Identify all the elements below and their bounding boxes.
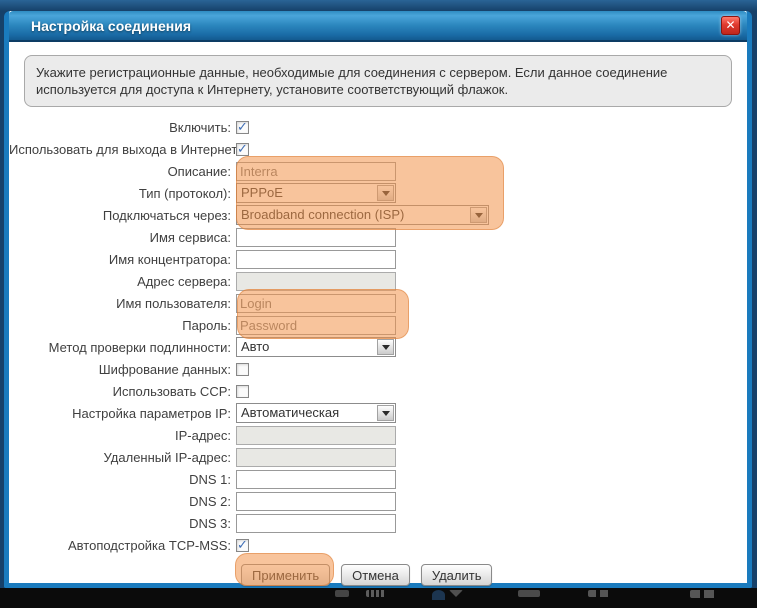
background-icon — [366, 590, 386, 597]
dns1-input[interactable] — [236, 470, 396, 489]
row-tcp-mss: Автоподстройка TCP-MSS: ✓ — [9, 534, 747, 556]
dimmed-page-top — [0, 0, 757, 11]
info-message: Укажите регистрационные данные, необходи… — [24, 55, 732, 107]
row-use-ccp: Использовать CCP: — [9, 380, 747, 402]
select-value: Broadband connection (ISP) — [237, 206, 469, 224]
use-for-internet-checkbox[interactable]: ✓ — [236, 143, 249, 156]
background-icon — [449, 590, 463, 597]
protocol-type-select[interactable]: PPPoE — [236, 183, 396, 203]
background-icon — [335, 590, 349, 597]
field-label: Тип (протокол): — [9, 186, 236, 201]
field-label: Включить: — [9, 120, 236, 135]
chevron-down-icon[interactable] — [470, 207, 487, 223]
field-label: Шифрование данных: — [9, 362, 236, 377]
close-icon[interactable]: ✕ — [721, 16, 740, 35]
password-input[interactable] — [236, 316, 396, 335]
background-icon — [432, 590, 445, 600]
connect-via-select[interactable]: Broadband connection (ISP) — [236, 205, 489, 225]
select-value: PPPoE — [237, 184, 376, 202]
delete-button[interactable]: Удалить — [421, 564, 493, 586]
dialog-titlebar: Настройка соединения ✕ — [9, 11, 747, 42]
service-name-input[interactable] — [236, 228, 396, 247]
dialog-title: Настройка соединения — [9, 11, 747, 41]
encryption-checkbox[interactable] — [236, 363, 249, 376]
remote-ip-input — [236, 448, 396, 467]
row-username: Имя пользователя: — [9, 292, 747, 314]
row-server-address: Адрес сервера: — [9, 270, 747, 292]
chevron-down-icon[interactable] — [377, 185, 394, 201]
field-label: DNS 3: — [9, 516, 236, 531]
field-label: DNS 1: — [9, 472, 236, 487]
row-dns3: DNS 3: — [9, 512, 747, 534]
row-remote-ip: Удаленный IP-адрес: — [9, 446, 747, 468]
background-icon — [588, 590, 610, 597]
ip-settings-select[interactable]: Автоматическая — [236, 403, 396, 423]
checkmark-icon: ✓ — [237, 537, 248, 553]
row-password: Пароль: — [9, 314, 747, 336]
field-label: Настройка параметров IP: — [9, 406, 236, 421]
button-bar: Применить Отмена Удалить — [9, 564, 747, 586]
background-icon — [690, 590, 716, 598]
field-label: Автоподстройка TCP-MSS: — [9, 538, 236, 553]
enable-checkbox[interactable]: ✓ — [236, 121, 249, 134]
dimmed-page-bottom — [0, 588, 757, 608]
row-description: Описание: — [9, 160, 747, 182]
username-input[interactable] — [236, 294, 396, 313]
field-label: Имя концентратора: — [9, 252, 236, 267]
apply-button[interactable]: Применить — [241, 564, 330, 586]
row-use-for-internet: Использовать для выхода в Интернет: ✓ — [9, 138, 747, 160]
row-dns2: DNS 2: — [9, 490, 747, 512]
dialog-body: Укажите регистрационные данные, необходи… — [9, 42, 747, 586]
checkmark-icon: ✓ — [237, 141, 248, 157]
cancel-button[interactable]: Отмена — [341, 564, 410, 586]
field-label: Адрес сервера: — [9, 274, 236, 289]
select-value: Автоматическая — [237, 404, 376, 422]
field-label: Имя сервиса: — [9, 230, 236, 245]
server-address-input — [236, 272, 396, 291]
row-service-name: Имя сервиса: — [9, 226, 747, 248]
row-protocol-type: Тип (протокол): PPPoE — [9, 182, 747, 204]
row-ip-address: IP-адрес: — [9, 424, 747, 446]
use-ccp-checkbox[interactable] — [236, 385, 249, 398]
row-encryption: Шифрование данных: — [9, 358, 747, 380]
field-label: DNS 2: — [9, 494, 236, 509]
dns2-input[interactable] — [236, 492, 396, 511]
chevron-down-icon[interactable] — [377, 405, 394, 421]
field-label: IP-адрес: — [9, 428, 236, 443]
field-label: Метод проверки подлинности: — [9, 340, 236, 355]
dns3-input[interactable] — [236, 514, 396, 533]
row-ip-settings: Настройка параметров IP: Автоматическая — [9, 402, 747, 424]
row-enable: Включить: ✓ — [9, 116, 747, 138]
field-label: Подключаться через: — [9, 208, 236, 223]
ip-address-input — [236, 426, 396, 445]
field-label: Пароль: — [9, 318, 236, 333]
field-label: Использовать CCP: — [9, 384, 236, 399]
background-icon — [518, 590, 540, 597]
concentrator-name-input[interactable] — [236, 250, 396, 269]
connection-form: Включить: ✓ Использовать для выхода в Ин… — [9, 116, 747, 586]
description-input[interactable] — [236, 162, 396, 181]
chevron-down-icon[interactable] — [377, 339, 394, 355]
connection-settings-dialog: Настройка соединения ✕ Укажите регистрац… — [4, 11, 752, 588]
field-label: Имя пользователя: — [9, 296, 236, 311]
select-value: Авто — [237, 338, 376, 356]
row-concentrator-name: Имя концентратора: — [9, 248, 747, 270]
field-label: Использовать для выхода в Интернет: — [9, 142, 236, 157]
field-label: Удаленный IP-адрес: — [9, 450, 236, 465]
auth-method-select[interactable]: Авто — [236, 337, 396, 357]
row-connect-via: Подключаться через: Broadband connection… — [9, 204, 747, 226]
field-label: Описание: — [9, 164, 236, 179]
checkmark-icon: ✓ — [237, 119, 248, 135]
row-dns1: DNS 1: — [9, 468, 747, 490]
tcp-mss-checkbox[interactable]: ✓ — [236, 539, 249, 552]
row-auth-method: Метод проверки подлинности: Авто — [9, 336, 747, 358]
